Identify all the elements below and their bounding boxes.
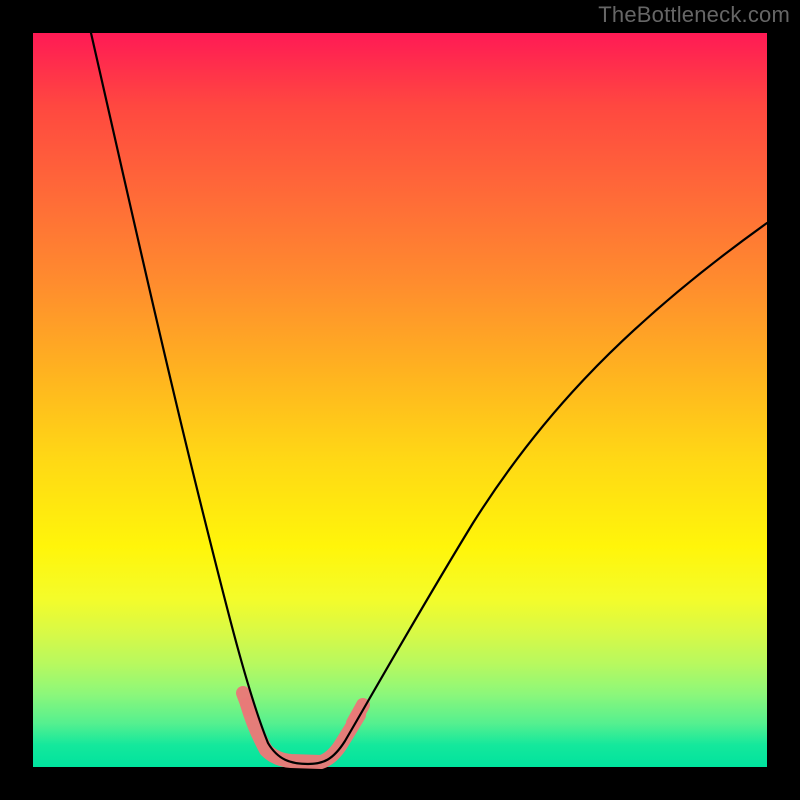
watermark-text: TheBottleneck.com xyxy=(598,2,790,28)
chart-frame: TheBottleneck.com xyxy=(0,0,800,800)
plot-area xyxy=(33,33,767,767)
curve-layer xyxy=(33,33,767,767)
bottleneck-curve xyxy=(91,33,767,764)
valley-highlight-left-dot xyxy=(243,693,249,709)
